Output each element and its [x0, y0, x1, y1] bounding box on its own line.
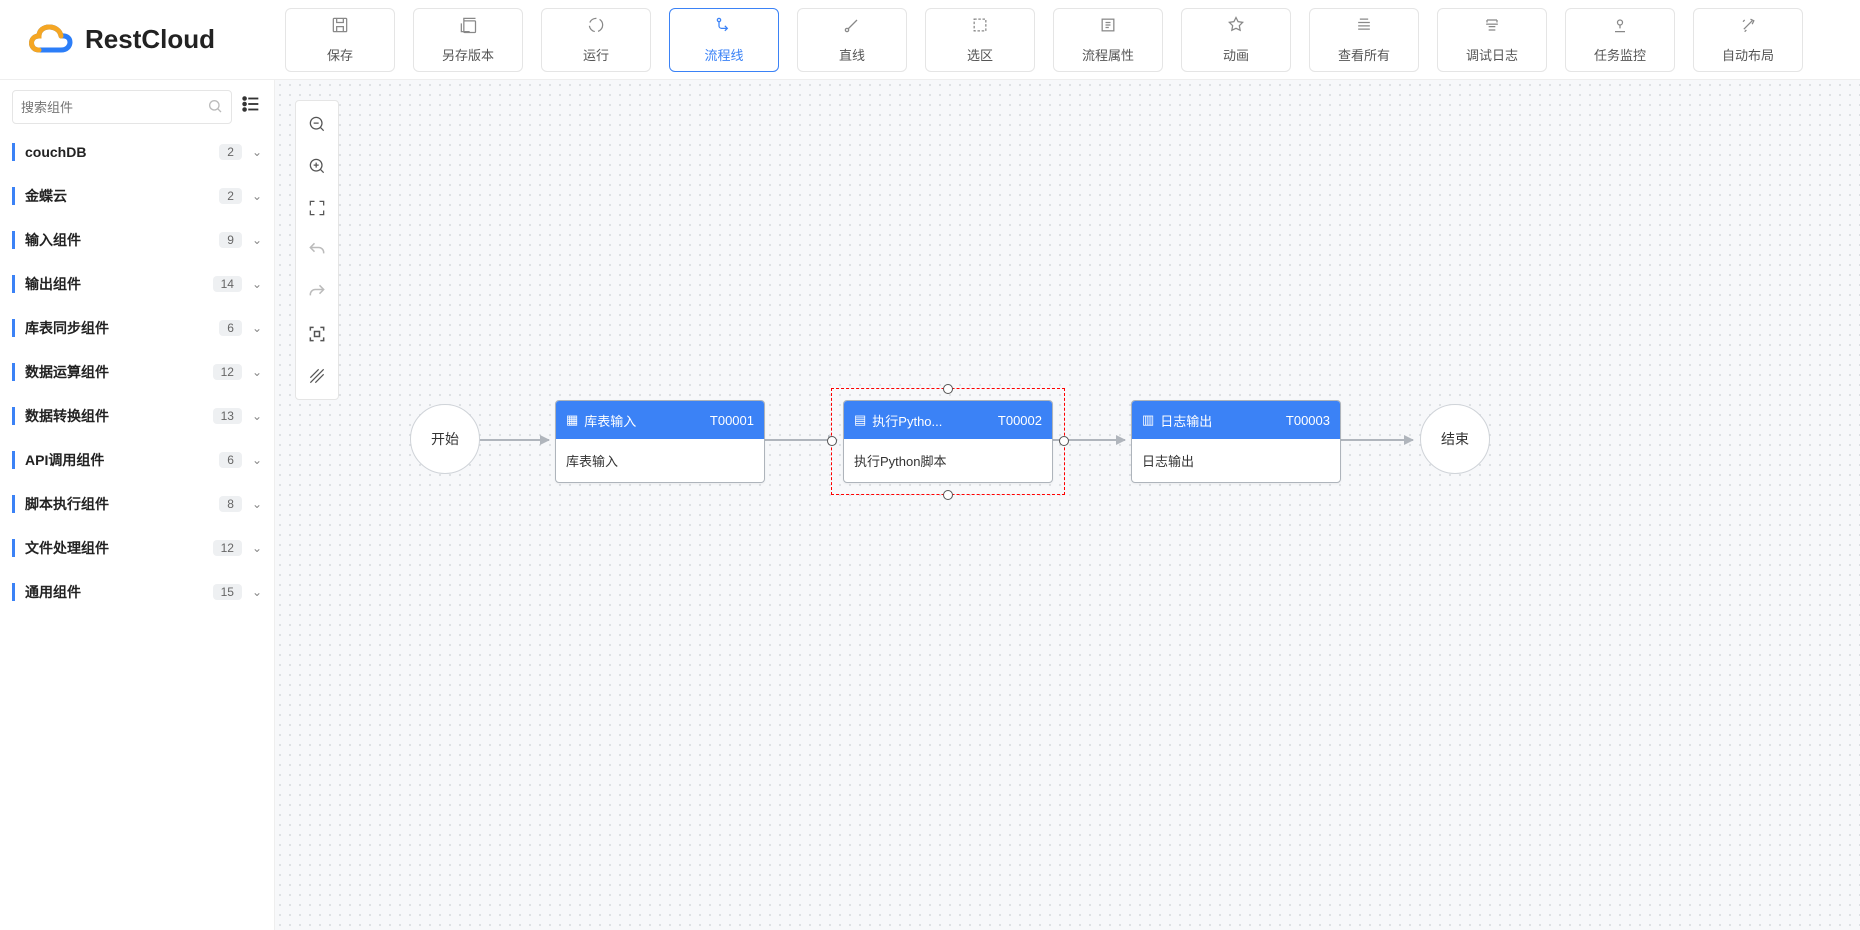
- sidebar-item-kingdee[interactable]: 金蝶云2⌄: [12, 174, 262, 218]
- sidebar: couchDB2⌄ 金蝶云2⌄ 输入组件9⌄ 输出组件14⌄ 库表同步组件6⌄ …: [0, 80, 275, 930]
- chevron-down-icon: ⌄: [252, 145, 262, 159]
- chevron-down-icon: ⌄: [252, 541, 262, 555]
- run-icon: [586, 15, 606, 39]
- undo-icon[interactable]: [302, 235, 332, 265]
- logo: RestCloud: [10, 22, 285, 58]
- line-icon: [842, 15, 862, 39]
- edge[interactable]: [477, 439, 549, 441]
- chevron-down-icon: ⌄: [252, 321, 262, 335]
- search-input[interactable]: [21, 100, 207, 115]
- sidebar-item-tablesync[interactable]: 库表同步组件6⌄: [12, 306, 262, 350]
- flow: 开始 ▦库表输入T00001 库表输入 ▤执行Pytho...T00002 执行…: [405, 340, 1605, 540]
- animation-icon: [1226, 15, 1246, 39]
- toggle-list-icon[interactable]: [240, 93, 262, 121]
- chevron-down-icon: ⌄: [252, 233, 262, 247]
- autolayout-icon: [1738, 15, 1758, 39]
- chevron-down-icon: ⌄: [252, 409, 262, 423]
- flowline-icon: [714, 15, 734, 39]
- node-log-output[interactable]: ▥日志输出T00003 日志输出: [1131, 400, 1341, 483]
- toolbar-btn-label: 流程线: [704, 45, 743, 64]
- toolbar-btn-label: 另存版本: [442, 45, 494, 64]
- script-icon: ▤: [854, 412, 866, 428]
- toolbar-btn-flowline[interactable]: 流程线: [669, 8, 779, 72]
- node-python-script[interactable]: ▤执行Pytho...T00002 执行Python脚本: [843, 400, 1053, 483]
- log-icon: ▥: [1142, 412, 1154, 428]
- debuglog-icon: [1482, 15, 1502, 39]
- port[interactable]: [943, 384, 953, 394]
- chevron-down-icon: ⌄: [252, 189, 262, 203]
- toolbar-btn-label: 直线: [839, 45, 865, 64]
- toolbar-btn-label: 自动布局: [1722, 45, 1774, 64]
- canvas-tool-palette: [295, 100, 339, 400]
- toolbar-btn-props[interactable]: 流程属性: [1053, 8, 1163, 72]
- port[interactable]: [943, 490, 953, 500]
- toolbar-btn-label: 动画: [1223, 45, 1249, 64]
- chevron-down-icon: ⌄: [252, 365, 262, 379]
- toolbar-btn-label: 调试日志: [1466, 45, 1518, 64]
- main: couchDB2⌄ 金蝶云2⌄ 输入组件9⌄ 输出组件14⌄ 库表同步组件6⌄ …: [0, 80, 1860, 930]
- toolbar-btn-saveas[interactable]: 另存版本: [413, 8, 523, 72]
- grid-icon[interactable]: [302, 361, 332, 391]
- toolbar-btn-label: 流程属性: [1082, 45, 1134, 64]
- save-icon: [330, 15, 350, 39]
- logo-icon: [25, 22, 75, 58]
- toolbar-btn-label: 选区: [967, 45, 993, 64]
- toolbar-btn-straightline[interactable]: 直线: [797, 8, 907, 72]
- select-icon: [970, 15, 990, 39]
- edge[interactable]: [1341, 439, 1413, 441]
- fit-icon[interactable]: [302, 193, 332, 223]
- node-start[interactable]: 开始: [410, 404, 480, 474]
- toolbar-btn-run[interactable]: 运行: [541, 8, 651, 72]
- viewall-icon: [1354, 15, 1374, 39]
- redo-icon[interactable]: [302, 277, 332, 307]
- toolbar-btn-debuglog[interactable]: 调试日志: [1437, 8, 1547, 72]
- toolbar-btn-autolayout[interactable]: 自动布局: [1693, 8, 1803, 72]
- chevron-down-icon: ⌄: [252, 453, 262, 467]
- search-input-wrap[interactable]: [12, 90, 232, 124]
- toolbar-btn-label: 任务监控: [1594, 45, 1646, 64]
- sidebar-item-file[interactable]: 文件处理组件12⌄: [12, 526, 262, 570]
- search-icon: [207, 98, 223, 117]
- toolbar-btn-select[interactable]: 选区: [925, 8, 1035, 72]
- sidebar-item-api[interactable]: API调用组件6⌄: [12, 438, 262, 482]
- toolbar-btn-label: 查看所有: [1338, 45, 1390, 64]
- toolbar-btn-label: 运行: [583, 45, 609, 64]
- port[interactable]: [1059, 436, 1069, 446]
- chevron-down-icon: ⌄: [252, 585, 262, 599]
- monitor-icon: [1610, 15, 1630, 39]
- toolbar-btn-viewall[interactable]: 查看所有: [1309, 8, 1419, 72]
- zoom-in-icon[interactable]: [302, 151, 332, 181]
- sidebar-item-general[interactable]: 通用组件15⌄: [12, 570, 262, 614]
- canvas[interactable]: 开始 ▦库表输入T00001 库表输入 ▤执行Pytho...T00002 执行…: [275, 80, 1860, 930]
- toolbar-btn-animation[interactable]: 动画: [1181, 8, 1291, 72]
- chevron-down-icon: ⌄: [252, 277, 262, 291]
- table-icon: ▦: [566, 412, 578, 428]
- props-icon: [1098, 15, 1118, 39]
- logo-text: RestCloud: [85, 24, 215, 55]
- fullscreen-icon[interactable]: [302, 319, 332, 349]
- sidebar-item-input[interactable]: 输入组件9⌄: [12, 218, 262, 262]
- sidebar-item-couchdb[interactable]: couchDB2⌄: [12, 130, 262, 174]
- chevron-down-icon: ⌄: [252, 497, 262, 511]
- edge[interactable]: [1053, 439, 1125, 441]
- sidebar-item-transform[interactable]: 数据转换组件13⌄: [12, 394, 262, 438]
- saveas-icon: [458, 15, 478, 39]
- node-table-input[interactable]: ▦库表输入T00001 库表输入: [555, 400, 765, 483]
- zoom-out-icon[interactable]: [302, 109, 332, 139]
- toolbar-btn-save[interactable]: 保存: [285, 8, 395, 72]
- toolbar-buttons: 保存 另存版本 运行 流程线 直线 选区 流程属性 动画: [285, 8, 1850, 72]
- sidebar-item-output[interactable]: 输出组件14⌄: [12, 262, 262, 306]
- sidebar-item-script[interactable]: 脚本执行组件8⌄: [12, 482, 262, 526]
- toolbar-btn-label: 保存: [327, 45, 353, 64]
- node-end[interactable]: 结束: [1420, 404, 1490, 474]
- sidebar-item-compute[interactable]: 数据运算组件12⌄: [12, 350, 262, 394]
- top-toolbar: RestCloud 保存 另存版本 运行 流程线 直线 选区 流程属性: [0, 0, 1860, 80]
- edge[interactable]: [765, 439, 837, 441]
- toolbar-btn-taskmonitor[interactable]: 任务监控: [1565, 8, 1675, 72]
